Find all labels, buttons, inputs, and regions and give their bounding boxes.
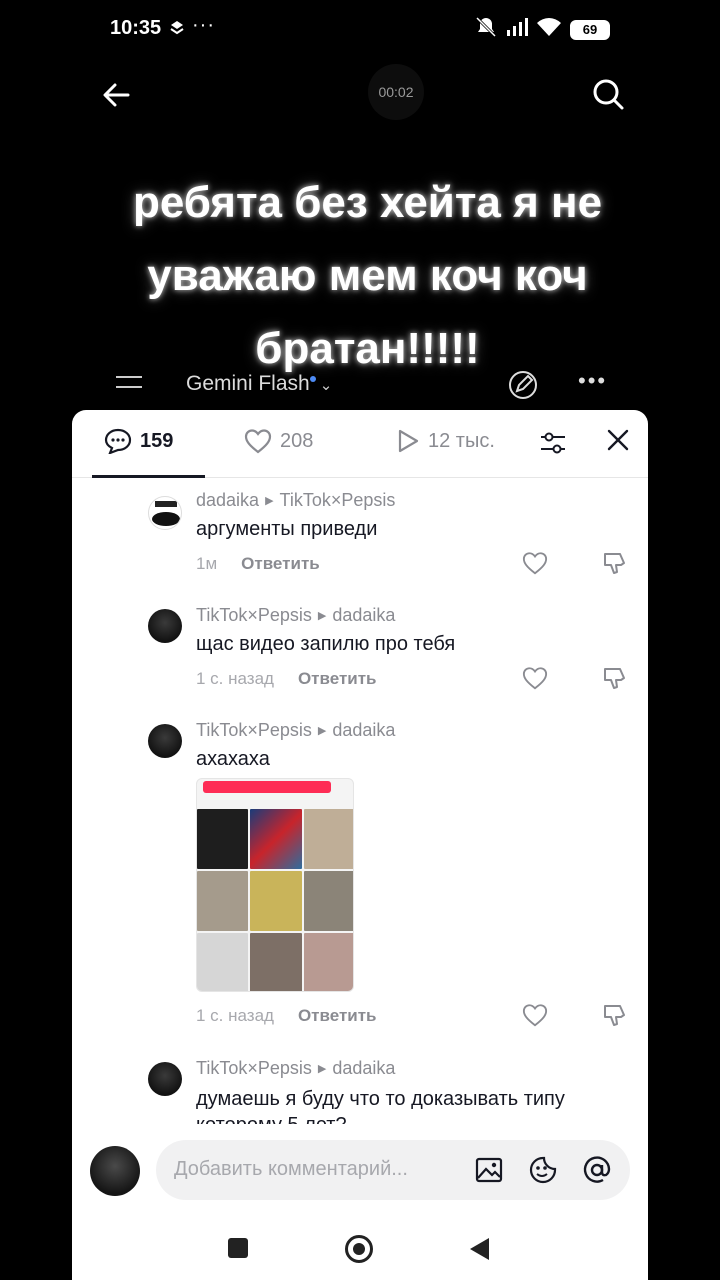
- comment-time: 1м: [196, 554, 218, 573]
- comment-input-bar: Добавить комментарий...: [72, 1124, 648, 1214]
- comment-text: думаешь я буду что то доказывать типу ко…: [196, 1088, 565, 1124]
- comment-author[interactable]: TikTok×Pepsis: [196, 720, 312, 740]
- comment-reply-to[interactable]: TikTok×Pepsis: [280, 490, 396, 510]
- screenshot-pink-button: [203, 781, 331, 793]
- mute-vibrate-icon: [474, 16, 498, 43]
- system-nav-bar: [72, 1214, 648, 1280]
- more-options-icon[interactable]: •••: [578, 368, 607, 394]
- thumbs-down-icon: [604, 668, 625, 689]
- dislike-button[interactable]: [602, 1002, 628, 1028]
- my-avatar[interactable]: [90, 1146, 140, 1196]
- comment-bubble-icon: [104, 428, 132, 454]
- gemini-title-text: Gemini Flash: [186, 372, 310, 395]
- reply-arrow-icon: ▶: [265, 495, 274, 507]
- comment-author-line: TikTok×Pepsis ▶ dadaika: [196, 1058, 395, 1079]
- video-caption-overlay: ребята без хейта я не уважаю мем коч коч…: [132, 178, 603, 373]
- comment-author-line: TikTok×Pepsis ▶ dadaika: [196, 720, 395, 741]
- comment-input[interactable]: Добавить комментарий...: [156, 1140, 630, 1200]
- avatar[interactable]: [148, 1062, 182, 1096]
- comment-author-line: dadaika ▶ TikTok×Pepsis: [196, 490, 395, 511]
- avatar[interactable]: [148, 609, 182, 643]
- menu-icon[interactable]: [116, 376, 142, 396]
- edit-icon[interactable]: [506, 368, 540, 402]
- screenshot-video-grid: [197, 809, 353, 991]
- home-button[interactable]: [345, 1235, 373, 1263]
- tab-likes[interactable]: 208: [244, 428, 313, 454]
- like-button[interactable]: [522, 550, 548, 576]
- comment-reply-to[interactable]: dadaika: [332, 1058, 395, 1078]
- thumbs-down-icon: [604, 553, 625, 574]
- status-time: 10:35: [110, 17, 162, 39]
- recording-timer: 00:02: [368, 64, 424, 120]
- chevron-down-icon: ⌄: [319, 377, 333, 394]
- comment-meta: 1м Ответить: [196, 554, 320, 574]
- comment-item: TikTok×Pepsis ▶ dadaika щас видео запилю п…: [72, 603, 648, 713]
- search-button[interactable]: [590, 76, 626, 112]
- avatar[interactable]: [148, 496, 182, 530]
- avatar[interactable]: [148, 724, 182, 758]
- like-button[interactable]: [522, 665, 548, 691]
- comment-text: щас видео запилю про тебя: [196, 633, 456, 655]
- comment-reply-to[interactable]: dadaika: [332, 605, 395, 625]
- comment-list[interactable]: dadaika ▶ TikTok×Pepsis аргументы приведи …: [72, 478, 648, 1124]
- heart-icon: [244, 429, 272, 454]
- play-icon: [398, 429, 419, 453]
- thumbs-down-icon: [604, 1005, 625, 1026]
- reply-button[interactable]: Ответить: [241, 554, 320, 574]
- like-button[interactable]: [522, 1002, 548, 1028]
- comment-meta: 1 с. назад Ответить: [196, 1006, 377, 1026]
- image-icon[interactable]: [474, 1155, 504, 1185]
- heart-icon: [522, 1004, 548, 1027]
- comment-meta: 1 с. назад Ответить: [196, 669, 377, 689]
- comment-time: 1 с. назад: [196, 669, 274, 688]
- heart-icon: [522, 552, 548, 575]
- comment-text: ахахаха: [196, 748, 270, 770]
- gemini-toolbar: Gemini Flash ⌄ •••: [0, 362, 720, 408]
- sheet-header: 159 208 12 тыс.: [72, 410, 648, 478]
- reply-arrow-icon: ▶: [317, 1063, 327, 1075]
- gemini-model-selector[interactable]: Gemini Flash ⌄: [186, 372, 332, 396]
- dislike-button[interactable]: [602, 550, 628, 576]
- reply-arrow-icon: ▶: [317, 610, 327, 622]
- tab-views[interactable]: 12 тыс.: [396, 428, 495, 454]
- recents-button[interactable]: [228, 1238, 248, 1258]
- comment-image-attachment[interactable]: [196, 778, 354, 992]
- dislike-button[interactable]: [602, 665, 628, 691]
- comments-sheet: 159 208 12 тыс. dadaika ▶ TikTok×Pepsis ар…: [72, 410, 648, 1280]
- comment-item: TikTok×Pepsis ▶ dadaika думаешь я буду что…: [72, 1056, 648, 1124]
- comment-author[interactable]: dadaika: [196, 490, 259, 510]
- new-dot-icon: [309, 376, 316, 382]
- filter-icon[interactable]: [538, 428, 568, 463]
- comment-item: dadaika ▶ TikTok×Pepsis аргументы приведи …: [72, 488, 648, 598]
- comment-input-placeholder: Добавить комментарий...: [174, 1158, 408, 1180]
- reply-button[interactable]: Ответить: [298, 669, 377, 689]
- status-bar: 10:35 ··· 69: [0, 0, 720, 58]
- comment-text: аргументы приведи: [196, 518, 378, 540]
- back-button[interactable]: [100, 78, 134, 112]
- search-icon: [593, 79, 624, 110]
- heart-icon: [522, 667, 548, 690]
- comment-author[interactable]: TikTok×Pepsis: [196, 605, 312, 625]
- close-icon[interactable]: [606, 428, 630, 457]
- reply-button[interactable]: Ответить: [298, 1006, 377, 1026]
- system-back-button[interactable]: [470, 1238, 489, 1260]
- status-dots: ···: [192, 14, 215, 36]
- views-count: 12 тыс.: [428, 429, 495, 452]
- reply-arrow-icon: ▶: [317, 725, 327, 737]
- comments-count: 159: [140, 429, 174, 452]
- signal-icon: [506, 17, 528, 42]
- wifi-icon: [536, 17, 562, 42]
- emoji-sticker-icon[interactable]: [528, 1155, 558, 1185]
- comment-time: 1 с. назад: [196, 1006, 274, 1025]
- comment-author-line: TikTok×Pepsis ▶ dadaika: [196, 605, 395, 626]
- battery-indicator: 69: [570, 19, 610, 40]
- likes-count: 208: [280, 429, 314, 452]
- mention-icon[interactable]: [582, 1155, 612, 1185]
- layers-icon: [170, 20, 184, 41]
- comment-item: TikTok×Pepsis ▶ dadaika ахахаха 1 с. наз…: [72, 718, 648, 1048]
- comment-reply-to[interactable]: dadaika: [332, 720, 395, 740]
- tab-comments[interactable]: 159: [104, 428, 173, 454]
- arrow-left-icon: [103, 83, 130, 107]
- comment-author[interactable]: TikTok×Pepsis: [196, 1058, 312, 1078]
